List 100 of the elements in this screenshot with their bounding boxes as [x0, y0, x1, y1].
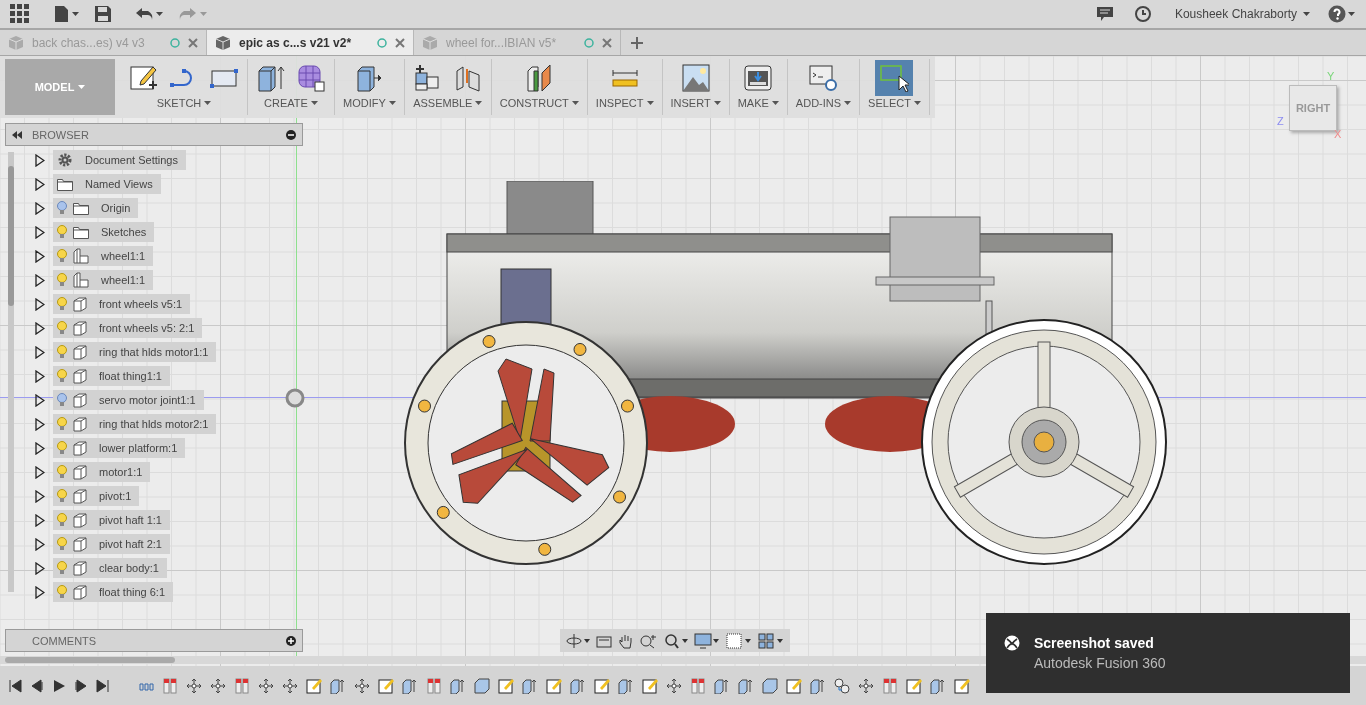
expand-arrow-icon[interactable] [35, 345, 45, 359]
browser-item[interactable]: ring that hlds motor2:1 [53, 414, 217, 434]
sketch-pencil-icon[interactable] [129, 63, 159, 93]
expand-arrow-icon[interactable] [35, 201, 45, 215]
extrude-icon[interactable] [570, 678, 586, 694]
expand-arrow-icon[interactable] [35, 537, 45, 551]
sketch-icon[interactable] [498, 678, 514, 694]
sketch-icon[interactable] [306, 678, 322, 694]
zoom-window-icon[interactable] [664, 632, 688, 649]
expand-arrow-icon[interactable] [35, 513, 45, 527]
toolbar-menu-button[interactable]: SKETCH [156, 97, 212, 109]
move-arrows-icon[interactable] [282, 678, 298, 694]
viewports-icon[interactable] [758, 632, 784, 649]
extrude-icon[interactable] [930, 678, 946, 694]
joint-feature-icon[interactable] [834, 678, 850, 694]
scrollbar-thumb[interactable] [5, 657, 175, 663]
expand-arrow-icon[interactable] [35, 585, 45, 599]
help-icon[interactable] [1328, 5, 1356, 23]
step-back-icon[interactable] [30, 679, 44, 693]
orbit-icon[interactable] [566, 632, 590, 649]
extrude-icon[interactable] [330, 678, 346, 694]
add-circle-icon[interactable] [286, 635, 296, 646]
move-arrows-icon[interactable] [210, 678, 226, 694]
expand-arrow-icon[interactable] [35, 393, 45, 407]
extrude-icon[interactable] [738, 678, 754, 694]
step-forward-icon[interactable] [74, 679, 88, 693]
sketch-icon[interactable] [546, 678, 562, 694]
script-gear-icon[interactable] [808, 63, 839, 93]
browser-item[interactable]: pivot:1 [53, 486, 140, 506]
file-menu-icon[interactable] [54, 5, 80, 23]
expand-arrow-icon[interactable] [35, 561, 45, 575]
jump-end-icon[interactable] [96, 679, 110, 693]
browser-item[interactable]: lower platform:1 [53, 438, 186, 458]
browser-item[interactable]: Document Settings [53, 150, 186, 170]
expand-arrow-icon[interactable] [35, 249, 45, 263]
browser-item[interactable]: Origin [53, 198, 139, 218]
sketch-icon[interactable] [786, 678, 802, 694]
timeline-feature-icon[interactable] [426, 678, 442, 694]
sketch-icon[interactable] [642, 678, 658, 694]
move-arrows-icon[interactable] [258, 678, 274, 694]
display-settings-icon[interactable] [694, 632, 720, 649]
minus-circle-icon[interactable] [286, 129, 296, 140]
document-tab[interactable]: epic as c...s v21 v2* [207, 30, 414, 55]
extrude-icon[interactable] [810, 678, 826, 694]
browser-item[interactable]: clear body:1 [53, 558, 167, 578]
grid-settings-icon[interactable] [726, 632, 752, 649]
extrude-icon[interactable] [522, 678, 538, 694]
expand-arrow-icon[interactable] [35, 225, 45, 239]
browser-item[interactable]: pivot haft 1:1 [53, 510, 170, 530]
new-tab-icon[interactable] [631, 36, 643, 49]
browser-item[interactable]: float thing1:1 [53, 366, 170, 386]
zoom-icon[interactable] [640, 632, 658, 649]
sketch-icon[interactable] [954, 678, 970, 694]
expand-arrow-icon[interactable] [35, 321, 45, 335]
browser-item[interactable]: wheel1:1 [53, 270, 154, 290]
move-arrows-icon[interactable] [354, 678, 370, 694]
scrollbar-thumb[interactable] [8, 166, 14, 306]
toolbar-menu-button[interactable]: INSERT [670, 97, 721, 109]
comment-icon[interactable] [1096, 6, 1113, 22]
timeline-feature-icon[interactable] [690, 678, 706, 694]
browser-item[interactable]: motor1:1 [53, 462, 151, 482]
save-icon[interactable] [94, 5, 112, 23]
move-arrows-icon[interactable] [666, 678, 682, 694]
collapse-icon[interactable] [12, 130, 22, 139]
3d-printer-icon[interactable] [743, 63, 774, 93]
expand-arrow-icon[interactable] [35, 369, 45, 383]
sketch-icon[interactable] [378, 678, 394, 694]
toolbar-menu-button[interactable]: MODIFY [343, 97, 396, 109]
expand-arrow-icon[interactable] [35, 417, 45, 431]
move-arrows-icon[interactable] [186, 678, 202, 694]
select-tool-button[interactable] [875, 60, 914, 96]
pan-hand-icon[interactable] [618, 632, 634, 649]
sketch-icon[interactable] [594, 678, 610, 694]
browser-item[interactable]: front wheels v5: 2:1 [53, 318, 203, 338]
extrude-box-icon[interactable] [256, 63, 286, 93]
expand-arrow-icon[interactable] [35, 441, 45, 455]
play-icon[interactable] [52, 679, 66, 693]
expand-arrow-icon[interactable] [35, 153, 45, 167]
close-icon[interactable] [395, 37, 405, 48]
expand-arrow-icon[interactable] [35, 273, 45, 287]
extrude-icon[interactable] [402, 678, 418, 694]
box-feature-icon[interactable] [474, 678, 490, 694]
browser-item[interactable]: wheel1:1 [53, 246, 154, 266]
toolbar-menu-button[interactable]: CONSTRUCT [499, 97, 579, 109]
app-grid-icon[interactable] [10, 4, 30, 24]
timeline-feature-icon[interactable] [234, 678, 250, 694]
toolbar-menu-button[interactable]: INSPECT [595, 97, 654, 109]
timeline-feature-icon[interactable] [882, 678, 898, 694]
clock-icon[interactable] [1134, 6, 1151, 22]
toolbar-menu-button[interactable]: ASSEMBLE [413, 97, 483, 109]
expand-arrow-icon[interactable] [35, 297, 45, 311]
extrude-icon[interactable] [450, 678, 466, 694]
browser-item[interactable]: pivot haft 2:1 [53, 534, 170, 554]
expand-arrow-icon[interactable] [35, 177, 45, 191]
jump-start-icon[interactable] [8, 679, 22, 693]
move-arrows-icon[interactable] [858, 678, 874, 694]
browser-item[interactable]: Sketches [53, 222, 155, 242]
timeline-feature-icon[interactable] [162, 678, 178, 694]
sketch-icon[interactable] [906, 678, 922, 694]
toolbar-menu-button[interactable]: SELECT [868, 97, 921, 109]
